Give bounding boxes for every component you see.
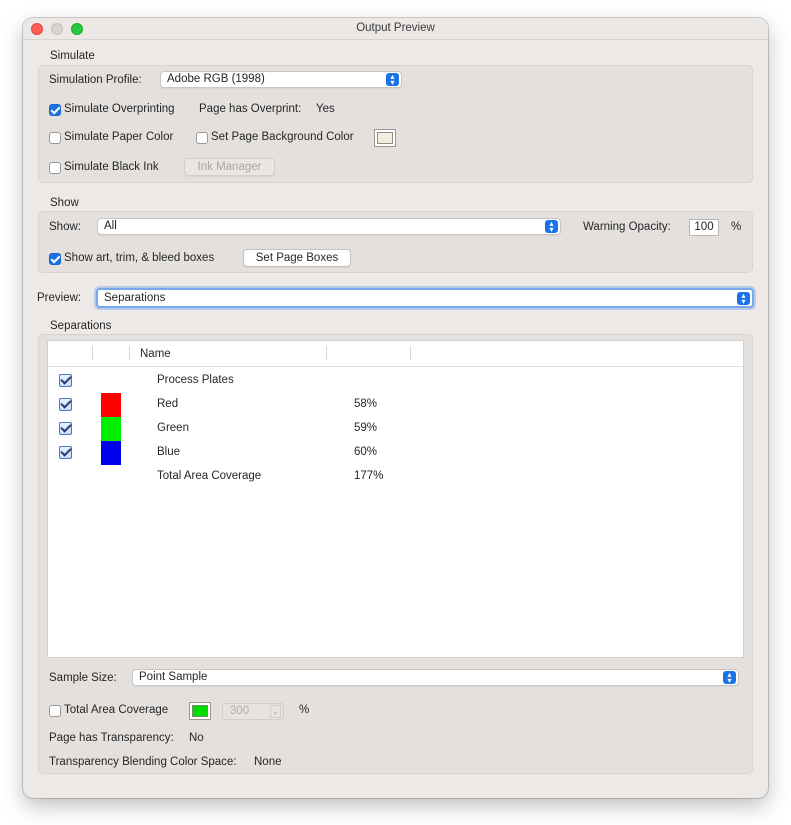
select-stepper-icon: ▴ ▾ bbox=[545, 220, 558, 234]
coverage-color-well[interactable] bbox=[189, 702, 211, 720]
total-area-coverage-label: Total Area Coverage bbox=[64, 704, 169, 716]
simulate-black-ink-checkbox[interactable] bbox=[49, 162, 61, 174]
plate-coverage-value: 177% bbox=[354, 470, 384, 482]
chevron-down-icon[interactable]: ⌄ bbox=[270, 705, 281, 718]
column-divider bbox=[326, 346, 327, 360]
simulate-paper-color-label: Simulate Paper Color bbox=[64, 131, 174, 143]
simulation-profile-value: Adobe RGB (1998) bbox=[167, 73, 265, 85]
blue-plate-swatch bbox=[101, 441, 121, 465]
warning-opacity-input[interactable]: 100 bbox=[689, 219, 719, 236]
table-row[interactable]: Blue 60% bbox=[48, 441, 743, 465]
show-boxes-label: Show art, trim, & bleed boxes bbox=[64, 252, 215, 264]
plate-name: Green bbox=[157, 422, 189, 434]
table-header: Name bbox=[48, 341, 743, 367]
sample-size-value: Point Sample bbox=[139, 671, 208, 683]
select-stepper-icon: ▴ ▾ bbox=[386, 73, 399, 87]
table-row[interactable]: Green 59% bbox=[48, 417, 743, 441]
coverage-limit-combobox[interactable]: 300 ⌄ bbox=[222, 703, 284, 720]
separations-table: Name Process Plates Red 58% Green 59% Bl… bbox=[47, 340, 744, 658]
total-area-coverage-checkbox[interactable] bbox=[49, 705, 61, 717]
plate-name: Process Plates bbox=[157, 374, 234, 386]
plate-visibility-checkbox[interactable] bbox=[59, 422, 72, 435]
simulate-overprinting-checkbox[interactable] bbox=[49, 104, 61, 116]
column-divider bbox=[92, 346, 93, 360]
sample-size-select[interactable]: Point Sample ▴ ▾ bbox=[132, 669, 739, 686]
plate-coverage-value: 59% bbox=[354, 422, 378, 434]
plate-coverage-value: 58% bbox=[354, 398, 378, 410]
title-bar: Output Preview bbox=[23, 18, 768, 40]
warning-opacity-label: Warning Opacity: bbox=[583, 221, 671, 233]
page-transparency-label: Page has Transparency: bbox=[49, 732, 174, 744]
show-boxes-checkbox[interactable] bbox=[49, 253, 61, 265]
select-stepper-icon: ▴ ▾ bbox=[737, 292, 750, 306]
background-color-well[interactable] bbox=[374, 129, 396, 147]
plate-visibility-checkbox[interactable] bbox=[59, 374, 72, 387]
background-color-swatch bbox=[377, 132, 393, 144]
plate-visibility-checkbox[interactable] bbox=[59, 446, 72, 459]
page-overprint-label: Page has Overprint: bbox=[199, 103, 302, 115]
simulate-overprinting-label: Simulate Overprinting bbox=[64, 103, 175, 115]
coverage-color-swatch bbox=[192, 705, 208, 717]
set-page-background-checkbox[interactable] bbox=[196, 132, 208, 144]
select-stepper-icon: ▴ ▾ bbox=[723, 671, 736, 685]
table-row[interactable]: Red 58% bbox=[48, 393, 743, 417]
sample-size-label: Sample Size: bbox=[49, 672, 117, 684]
preview-label: Preview: bbox=[37, 292, 82, 304]
coverage-limit-unit: % bbox=[299, 704, 310, 716]
plate-coverage-value: 60% bbox=[354, 446, 378, 458]
output-preview-window: Output Preview Simulate Simulation Profi… bbox=[23, 18, 768, 798]
warning-opacity-unit: % bbox=[731, 221, 742, 233]
plate-visibility-checkbox[interactable] bbox=[59, 398, 72, 411]
show-select[interactable]: All ▴ ▾ bbox=[97, 218, 561, 235]
page-overprint-value: Yes bbox=[316, 103, 335, 115]
preview-select[interactable]: Separations ▴ ▾ bbox=[96, 288, 754, 308]
plate-name: Total Area Coverage bbox=[157, 470, 262, 482]
simulate-black-ink-label: Simulate Black Ink bbox=[64, 161, 159, 173]
column-divider bbox=[129, 346, 130, 360]
window-title: Output Preview bbox=[356, 22, 435, 34]
page-transparency-value: No bbox=[189, 732, 204, 744]
blending-space-value: None bbox=[254, 756, 282, 768]
table-row[interactable]: Total Area Coverage 177% bbox=[48, 465, 743, 489]
blending-space-label: Transparency Blending Color Space: bbox=[49, 756, 237, 768]
name-column-header[interactable]: Name bbox=[140, 348, 171, 360]
show-label: Show: bbox=[49, 221, 81, 233]
ink-manager-button[interactable]: Ink Manager bbox=[184, 158, 275, 176]
simulate-paper-color-checkbox[interactable] bbox=[49, 132, 61, 144]
plate-name: Blue bbox=[157, 446, 181, 458]
red-plate-swatch bbox=[101, 393, 121, 417]
column-divider bbox=[410, 346, 411, 360]
plate-name: Red bbox=[157, 398, 179, 410]
table-row[interactable]: Process Plates bbox=[48, 369, 743, 393]
simulation-profile-label: Simulation Profile: bbox=[49, 74, 142, 86]
coverage-limit-value: 300 bbox=[230, 705, 250, 717]
set-page-background-label: Set Page Background Color bbox=[211, 131, 354, 143]
preview-select-value: Separations bbox=[104, 292, 166, 304]
separations-heading: Separations bbox=[50, 320, 112, 332]
set-page-boxes-button[interactable]: Set Page Boxes bbox=[243, 249, 351, 267]
simulation-profile-select[interactable]: Adobe RGB (1998) ▴ ▾ bbox=[160, 71, 402, 88]
green-plate-swatch bbox=[101, 417, 121, 441]
show-select-value: All bbox=[104, 220, 117, 232]
show-heading: Show bbox=[50, 197, 79, 209]
simulate-heading: Simulate bbox=[50, 50, 95, 62]
